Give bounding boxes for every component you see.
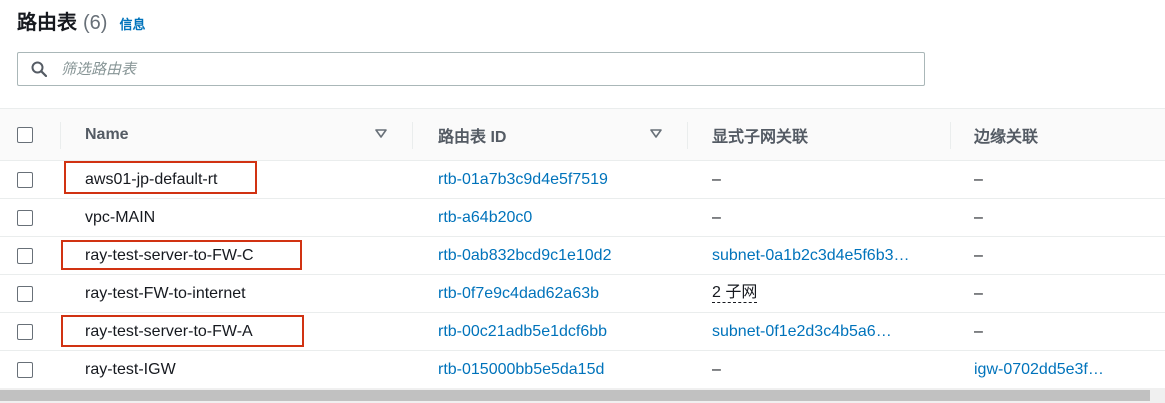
row-explicit-subnet-popover[interactable]: 2 子网 xyxy=(712,284,758,303)
column-divider[interactable] xyxy=(950,122,951,149)
row-explicit-subnet: – xyxy=(712,208,721,226)
row-edge: – xyxy=(974,208,983,226)
column-header-name[interactable]: Name xyxy=(85,109,385,160)
row-rtb-id-link[interactable]: rtb-00c21adb5e1dcf6bb xyxy=(438,313,678,350)
column-header-edge[interactable]: 边缘关联 xyxy=(974,109,1165,160)
row-edge: – xyxy=(974,246,983,264)
row-name: ray-test-FW-to-internet xyxy=(85,284,246,302)
column-divider[interactable] xyxy=(412,122,413,149)
table-row[interactable]: ray-test-IGW rtb-015000bb5e5da15d – igw-… xyxy=(0,351,1165,389)
row-checkbox[interactable] xyxy=(17,323,33,340)
row-rtb-id-link[interactable]: rtb-01a7b3c9d4e5f7519 xyxy=(438,161,678,198)
page-title: 路由表 (6) 信息 xyxy=(17,6,145,34)
route-table-count: (6) xyxy=(83,12,108,34)
table-row[interactable]: ray-test-FW-to-internet rtb-0f7e9c4dad62… xyxy=(0,275,1165,313)
column-header-explicit-subnet[interactable]: 显式子网关联 xyxy=(712,109,942,160)
row-explicit-subnet: – xyxy=(712,170,721,188)
row-rtb-id-link[interactable]: rtb-0ab832bcd9c1e10d2 xyxy=(438,237,678,274)
sort-down-icon[interactable] xyxy=(375,129,387,139)
sort-down-icon[interactable] xyxy=(650,129,662,139)
table-row[interactable]: vpc-MAIN rtb-a64b20c0 – – xyxy=(0,199,1165,237)
row-edge: – xyxy=(974,170,983,188)
search-icon xyxy=(31,61,47,77)
row-checkbox[interactable] xyxy=(17,285,33,302)
row-explicit-subnet-link[interactable]: subnet-0f1e2d3c4b5a6… xyxy=(712,313,942,350)
scrollbar-thumb[interactable] xyxy=(0,390,1150,401)
page-title-text: 路由表 xyxy=(17,12,77,34)
highlight-box xyxy=(64,161,257,194)
row-explicit-subnet: – xyxy=(712,360,721,378)
row-explicit-subnet-link[interactable]: subnet-0a1b2c3d4e5f6b3… xyxy=(712,237,942,274)
select-all-checkbox[interactable] xyxy=(17,126,33,143)
row-edge: – xyxy=(974,284,983,302)
row-name: ray-test-IGW xyxy=(85,360,176,378)
highlight-box xyxy=(61,240,302,270)
row-rtb-id-link[interactable]: rtb-015000bb5e5da15d xyxy=(438,351,678,388)
row-rtb-id-link[interactable]: rtb-0f7e9c4dad62a63b xyxy=(438,275,678,312)
horizontal-scrollbar[interactable] xyxy=(0,388,1165,403)
row-checkbox[interactable] xyxy=(17,247,33,264)
highlight-box xyxy=(61,315,304,347)
column-divider[interactable] xyxy=(687,122,688,149)
row-edge-link[interactable]: igw-0702dd5e3f… xyxy=(974,351,1165,388)
row-rtb-id-link[interactable]: rtb-a64b20c0 xyxy=(438,199,678,236)
row-checkbox[interactable] xyxy=(17,171,33,188)
search-box[interactable] xyxy=(17,52,925,86)
row-checkbox[interactable] xyxy=(17,361,33,378)
row-edge: – xyxy=(974,322,983,340)
table-header: Name 路由表 ID 显式子网关联 边缘关联 xyxy=(0,108,1165,161)
search-input[interactable] xyxy=(59,59,883,79)
column-divider[interactable] xyxy=(60,122,61,149)
column-header-rtb-id[interactable]: 路由表 ID xyxy=(438,109,678,160)
row-checkbox[interactable] xyxy=(17,209,33,226)
row-name: vpc-MAIN xyxy=(85,208,156,226)
info-link[interactable]: 信息 xyxy=(119,14,145,33)
